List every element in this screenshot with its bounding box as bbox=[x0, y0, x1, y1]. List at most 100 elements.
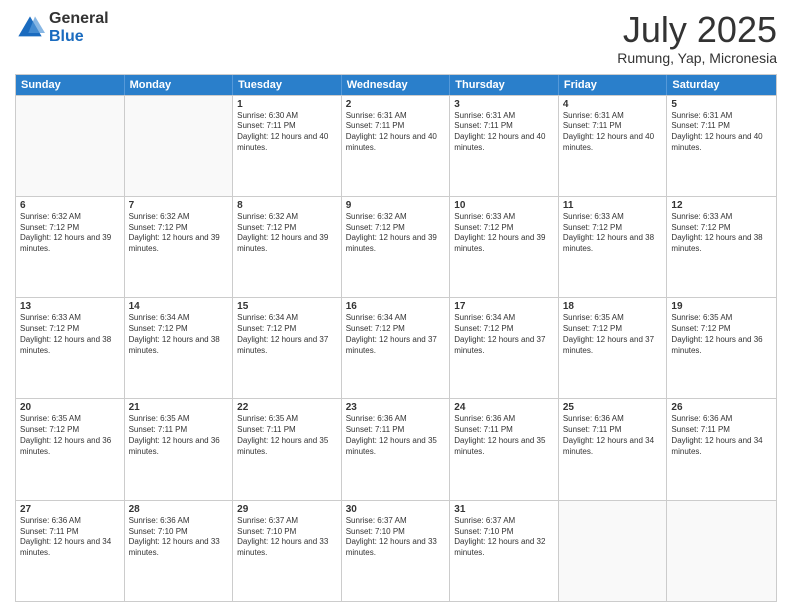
day-info: Sunrise: 6:32 AM Sunset: 7:12 PM Dayligh… bbox=[129, 212, 229, 255]
cal-cell-13: 13Sunrise: 6:33 AM Sunset: 7:12 PM Dayli… bbox=[16, 298, 125, 398]
day-number: 14 bbox=[129, 301, 229, 312]
day-number: 20 bbox=[20, 402, 120, 413]
day-number: 4 bbox=[563, 99, 663, 110]
cal-cell-15: 15Sunrise: 6:34 AM Sunset: 7:12 PM Dayli… bbox=[233, 298, 342, 398]
day-info: Sunrise: 6:36 AM Sunset: 7:11 PM Dayligh… bbox=[346, 414, 446, 457]
day-info: Sunrise: 6:32 AM Sunset: 7:12 PM Dayligh… bbox=[20, 212, 120, 255]
cal-row-1: 1Sunrise: 6:30 AM Sunset: 7:11 PM Daylig… bbox=[16, 95, 776, 196]
day-info: Sunrise: 6:33 AM Sunset: 7:12 PM Dayligh… bbox=[671, 212, 772, 255]
day-number: 23 bbox=[346, 402, 446, 413]
cal-cell-17: 17Sunrise: 6:34 AM Sunset: 7:12 PM Dayli… bbox=[450, 298, 559, 398]
day-number: 13 bbox=[20, 301, 120, 312]
day-number: 16 bbox=[346, 301, 446, 312]
cal-cell-24: 24Sunrise: 6:36 AM Sunset: 7:11 PM Dayli… bbox=[450, 399, 559, 499]
cal-cell-empty bbox=[667, 501, 776, 601]
logo-text: General Blue bbox=[49, 10, 109, 45]
day-info: Sunrise: 6:35 AM Sunset: 7:11 PM Dayligh… bbox=[237, 414, 337, 457]
day-number: 17 bbox=[454, 301, 554, 312]
logo: General Blue bbox=[15, 10, 109, 45]
day-number: 9 bbox=[346, 200, 446, 211]
cal-cell-30: 30Sunrise: 6:37 AM Sunset: 7:10 PM Dayli… bbox=[342, 501, 451, 601]
day-number: 21 bbox=[129, 402, 229, 413]
day-number: 10 bbox=[454, 200, 554, 211]
cal-row-2: 6Sunrise: 6:32 AM Sunset: 7:12 PM Daylig… bbox=[16, 196, 776, 297]
calendar-body: 1Sunrise: 6:30 AM Sunset: 7:11 PM Daylig… bbox=[16, 95, 776, 601]
cal-row-5: 27Sunrise: 6:36 AM Sunset: 7:11 PM Dayli… bbox=[16, 500, 776, 601]
day-info: Sunrise: 6:37 AM Sunset: 7:10 PM Dayligh… bbox=[454, 516, 554, 559]
day-info: Sunrise: 6:34 AM Sunset: 7:12 PM Dayligh… bbox=[454, 313, 554, 356]
day-number: 27 bbox=[20, 504, 120, 515]
day-number: 26 bbox=[671, 402, 772, 413]
title-block: July 2025 Rumung, Yap, Micronesia bbox=[617, 10, 777, 66]
day-number: 25 bbox=[563, 402, 663, 413]
cal-cell-12: 12Sunrise: 6:33 AM Sunset: 7:12 PM Dayli… bbox=[667, 197, 776, 297]
cal-cell-14: 14Sunrise: 6:34 AM Sunset: 7:12 PM Dayli… bbox=[125, 298, 234, 398]
cal-cell-27: 27Sunrise: 6:36 AM Sunset: 7:11 PM Dayli… bbox=[16, 501, 125, 601]
cal-cell-16: 16Sunrise: 6:34 AM Sunset: 7:12 PM Dayli… bbox=[342, 298, 451, 398]
header-day-tuesday: Tuesday bbox=[233, 75, 342, 95]
day-number: 24 bbox=[454, 402, 554, 413]
cal-cell-23: 23Sunrise: 6:36 AM Sunset: 7:11 PM Dayli… bbox=[342, 399, 451, 499]
day-number: 7 bbox=[129, 200, 229, 211]
day-info: Sunrise: 6:32 AM Sunset: 7:12 PM Dayligh… bbox=[346, 212, 446, 255]
day-number: 11 bbox=[563, 200, 663, 211]
day-info: Sunrise: 6:34 AM Sunset: 7:12 PM Dayligh… bbox=[346, 313, 446, 356]
calendar: SundayMondayTuesdayWednesdayThursdayFrid… bbox=[15, 74, 777, 602]
page: General Blue July 2025 Rumung, Yap, Micr… bbox=[0, 0, 792, 612]
cal-cell-3: 3Sunrise: 6:31 AM Sunset: 7:11 PM Daylig… bbox=[450, 96, 559, 196]
day-info: Sunrise: 6:31 AM Sunset: 7:11 PM Dayligh… bbox=[454, 111, 554, 154]
cal-cell-empty bbox=[559, 501, 668, 601]
cal-row-3: 13Sunrise: 6:33 AM Sunset: 7:12 PM Dayli… bbox=[16, 297, 776, 398]
day-number: 5 bbox=[671, 99, 772, 110]
cal-cell-19: 19Sunrise: 6:35 AM Sunset: 7:12 PM Dayli… bbox=[667, 298, 776, 398]
cal-row-4: 20Sunrise: 6:35 AM Sunset: 7:12 PM Dayli… bbox=[16, 398, 776, 499]
day-number: 28 bbox=[129, 504, 229, 515]
logo-icon bbox=[15, 13, 45, 43]
cal-cell-empty bbox=[125, 96, 234, 196]
header-day-wednesday: Wednesday bbox=[342, 75, 451, 95]
cal-cell-29: 29Sunrise: 6:37 AM Sunset: 7:10 PM Dayli… bbox=[233, 501, 342, 601]
day-number: 6 bbox=[20, 200, 120, 211]
day-info: Sunrise: 6:35 AM Sunset: 7:11 PM Dayligh… bbox=[129, 414, 229, 457]
day-info: Sunrise: 6:35 AM Sunset: 7:12 PM Dayligh… bbox=[20, 414, 120, 457]
day-number: 19 bbox=[671, 301, 772, 312]
day-info: Sunrise: 6:33 AM Sunset: 7:12 PM Dayligh… bbox=[20, 313, 120, 356]
header-day-saturday: Saturday bbox=[667, 75, 776, 95]
cal-cell-26: 26Sunrise: 6:36 AM Sunset: 7:11 PM Dayli… bbox=[667, 399, 776, 499]
cal-cell-25: 25Sunrise: 6:36 AM Sunset: 7:11 PM Dayli… bbox=[559, 399, 668, 499]
day-info: Sunrise: 6:34 AM Sunset: 7:12 PM Dayligh… bbox=[129, 313, 229, 356]
day-info: Sunrise: 6:33 AM Sunset: 7:12 PM Dayligh… bbox=[563, 212, 663, 255]
cal-cell-1: 1Sunrise: 6:30 AM Sunset: 7:11 PM Daylig… bbox=[233, 96, 342, 196]
cal-cell-22: 22Sunrise: 6:35 AM Sunset: 7:11 PM Dayli… bbox=[233, 399, 342, 499]
cal-cell-5: 5Sunrise: 6:31 AM Sunset: 7:11 PM Daylig… bbox=[667, 96, 776, 196]
day-number: 15 bbox=[237, 301, 337, 312]
day-number: 30 bbox=[346, 504, 446, 515]
header-day-sunday: Sunday bbox=[16, 75, 125, 95]
day-info: Sunrise: 6:36 AM Sunset: 7:11 PM Dayligh… bbox=[563, 414, 663, 457]
day-info: Sunrise: 6:37 AM Sunset: 7:10 PM Dayligh… bbox=[346, 516, 446, 559]
header-day-monday: Monday bbox=[125, 75, 234, 95]
day-info: Sunrise: 6:31 AM Sunset: 7:11 PM Dayligh… bbox=[671, 111, 772, 154]
day-info: Sunrise: 6:36 AM Sunset: 7:11 PM Dayligh… bbox=[454, 414, 554, 457]
day-info: Sunrise: 6:33 AM Sunset: 7:12 PM Dayligh… bbox=[454, 212, 554, 255]
calendar-header: SundayMondayTuesdayWednesdayThursdayFrid… bbox=[16, 75, 776, 95]
cal-cell-4: 4Sunrise: 6:31 AM Sunset: 7:11 PM Daylig… bbox=[559, 96, 668, 196]
day-info: Sunrise: 6:35 AM Sunset: 7:12 PM Dayligh… bbox=[671, 313, 772, 356]
header-day-friday: Friday bbox=[559, 75, 668, 95]
day-number: 2 bbox=[346, 99, 446, 110]
day-info: Sunrise: 6:32 AM Sunset: 7:12 PM Dayligh… bbox=[237, 212, 337, 255]
header: General Blue July 2025 Rumung, Yap, Micr… bbox=[15, 10, 777, 66]
cal-cell-9: 9Sunrise: 6:32 AM Sunset: 7:12 PM Daylig… bbox=[342, 197, 451, 297]
day-info: Sunrise: 6:36 AM Sunset: 7:11 PM Dayligh… bbox=[20, 516, 120, 559]
cal-cell-31: 31Sunrise: 6:37 AM Sunset: 7:10 PM Dayli… bbox=[450, 501, 559, 601]
day-info: Sunrise: 6:36 AM Sunset: 7:11 PM Dayligh… bbox=[671, 414, 772, 457]
day-number: 31 bbox=[454, 504, 554, 515]
location: Rumung, Yap, Micronesia bbox=[617, 50, 777, 66]
cal-cell-20: 20Sunrise: 6:35 AM Sunset: 7:12 PM Dayli… bbox=[16, 399, 125, 499]
cal-cell-21: 21Sunrise: 6:35 AM Sunset: 7:11 PM Dayli… bbox=[125, 399, 234, 499]
day-number: 8 bbox=[237, 200, 337, 211]
day-number: 22 bbox=[237, 402, 337, 413]
day-number: 29 bbox=[237, 504, 337, 515]
day-info: Sunrise: 6:37 AM Sunset: 7:10 PM Dayligh… bbox=[237, 516, 337, 559]
cal-cell-18: 18Sunrise: 6:35 AM Sunset: 7:12 PM Dayli… bbox=[559, 298, 668, 398]
